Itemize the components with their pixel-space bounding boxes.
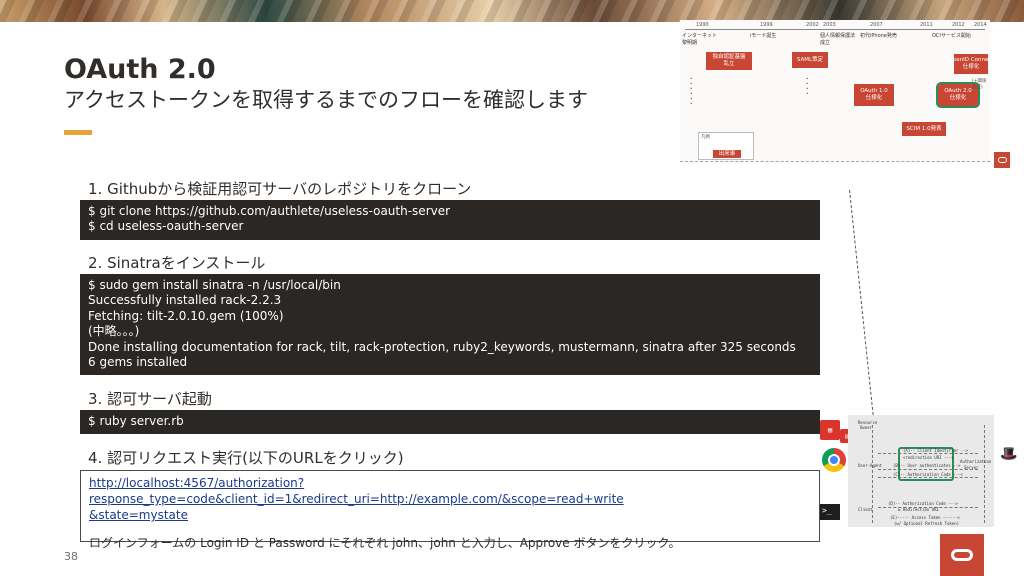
timeline-box-proprietary-auth: 独自認証基盤 乱立 — [706, 52, 752, 70]
lifeline — [984, 425, 985, 523]
timeline-year: 2012 — [952, 22, 965, 28]
seq-text: (D)-- Authorization Code ---> — [888, 501, 958, 506]
timeline-legend: 凡例 出来事 — [698, 132, 754, 160]
step-2-label: 2. Sinatraをインストール — [88, 254, 266, 272]
oauth-history-timeline: 1990 1999 2002 2003 2007 2011 2012 2014 … — [680, 20, 990, 162]
oracle-logo-icon — [940, 534, 984, 576]
accent-bar — [64, 130, 92, 135]
step-1-label: 1. Githubから検証用認可サーバのレポジトリをクローン — [88, 180, 472, 198]
page-number: 38 — [64, 550, 78, 563]
seq-text: (A)-- Client Identifier --> — [903, 448, 969, 453]
code-line: 6 gems installed — [88, 354, 188, 369]
seq-text: User-Agent — [858, 463, 883, 468]
seq-text: & Redirection URI — [898, 507, 939, 512]
code-line: $ cd useless-oauth-server — [88, 219, 244, 234]
legend-title: 凡例 — [701, 135, 710, 140]
code-line: $ git clone https://github.com/authlete/… — [88, 204, 451, 218]
timeline-event: 個人情報保護法 成立 — [820, 33, 856, 46]
legend-item: 出来事 — [713, 150, 741, 158]
code-line: $ sudo gem install sinatra -n /usr/local… — [88, 278, 341, 292]
oauth-sequence-diagram: Resource Owner (A)-- Client Identifier -… — [848, 415, 994, 527]
url-line-1: http://localhost:4567/authorization?resp… — [89, 476, 624, 506]
timeline-year: 2007 — [870, 22, 883, 28]
oracle-logo-icon — [994, 152, 1010, 168]
slide-subtitle: アクセストークンを取得するまでのフローを確認します — [64, 88, 588, 112]
step-1-code-block: $ git clone https://github.com/authlete/… — [80, 200, 820, 240]
timeline-box-openid-connect: OpenID Connect 仕様化 — [948, 54, 990, 74]
step-4-label: 4. 認可リクエスト実行(以下のURLをクリック) — [88, 449, 404, 467]
timeline-box-saml: SAML策定 — [792, 52, 828, 68]
seq-text: <redirection URI ---+ — [903, 455, 954, 460]
server-icon: ▤ — [820, 420, 840, 440]
seq-text: Owner — [860, 425, 873, 430]
header-banner — [0, 0, 1024, 22]
timeline-bullets — [690, 76, 760, 106]
terminal-icon: >_ — [820, 504, 840, 520]
timeline-box-scim: SCIM 1.0発表 — [902, 122, 946, 136]
code-line: Done installing documentation for rack, … — [88, 339, 796, 354]
chrome-icon — [822, 448, 846, 472]
timeline-year: 1999 — [760, 22, 773, 28]
timeline-year: 2014 — [974, 22, 987, 28]
slide-title: OAuth 2.0 — [64, 54, 216, 85]
timeline-box-label: (+関係認証) — [972, 79, 987, 90]
authorization-url-box: http://localhost:4567/authorization?resp… — [80, 470, 820, 550]
seq-text: (w/ Optional Refresh Token) — [894, 521, 960, 526]
seq-text: Server — [964, 465, 979, 470]
timeline-bullets — [806, 76, 846, 96]
seq-text: (B)-- User authenticates --> — [893, 463, 961, 468]
step-3-label: 3. 認可サーバ起動 — [88, 390, 212, 408]
timeline-year: 2011 — [920, 22, 933, 28]
timeline-axis — [685, 29, 985, 30]
seq-text: (C)-- Authorization Code ---< — [893, 472, 963, 477]
timeline-event: OCIサービス開始 — [932, 33, 971, 39]
timeline-event: インターネット 黎明期 — [682, 33, 718, 46]
login-instruction: ログインフォームの Login ID と Password にそれぞれ john… — [89, 536, 681, 550]
authorization-url-link[interactable]: http://localhost:4567/authorization?resp… — [89, 475, 811, 523]
connector-line — [820, 190, 875, 420]
step-2-code-block: $ sudo gem install sinatra -n /usr/local… — [80, 274, 820, 375]
step-3-code-block: $ ruby server.rb — [80, 410, 820, 434]
timeline-year: 2003 — [823, 22, 836, 28]
timeline-event: 初代iPhone発売 — [860, 33, 897, 39]
timeline-box-oauth1: OAuth 1.0 仕様化 — [854, 84, 894, 106]
timeline-year: 2002 — [806, 22, 819, 28]
hat-icon: 🎩 — [1000, 446, 1018, 462]
code-line: Fetching: tilt-2.0.10.gem (100%) — [88, 308, 284, 323]
timeline-year: 1990 — [696, 22, 709, 28]
url-line-2: &state=mystate — [89, 508, 188, 522]
code-line: $ ruby server.rb — [88, 414, 184, 428]
code-line: (中略。。。) — [88, 324, 140, 339]
seq-text: (E)----- Access Token ------< — [890, 515, 960, 520]
seq-text: Authorization — [960, 459, 992, 464]
code-line: Successfully installed rack-2.2.3 — [88, 293, 282, 308]
timeline-event: iモード誕生 — [750, 33, 777, 39]
seq-text: Client — [858, 507, 873, 512]
